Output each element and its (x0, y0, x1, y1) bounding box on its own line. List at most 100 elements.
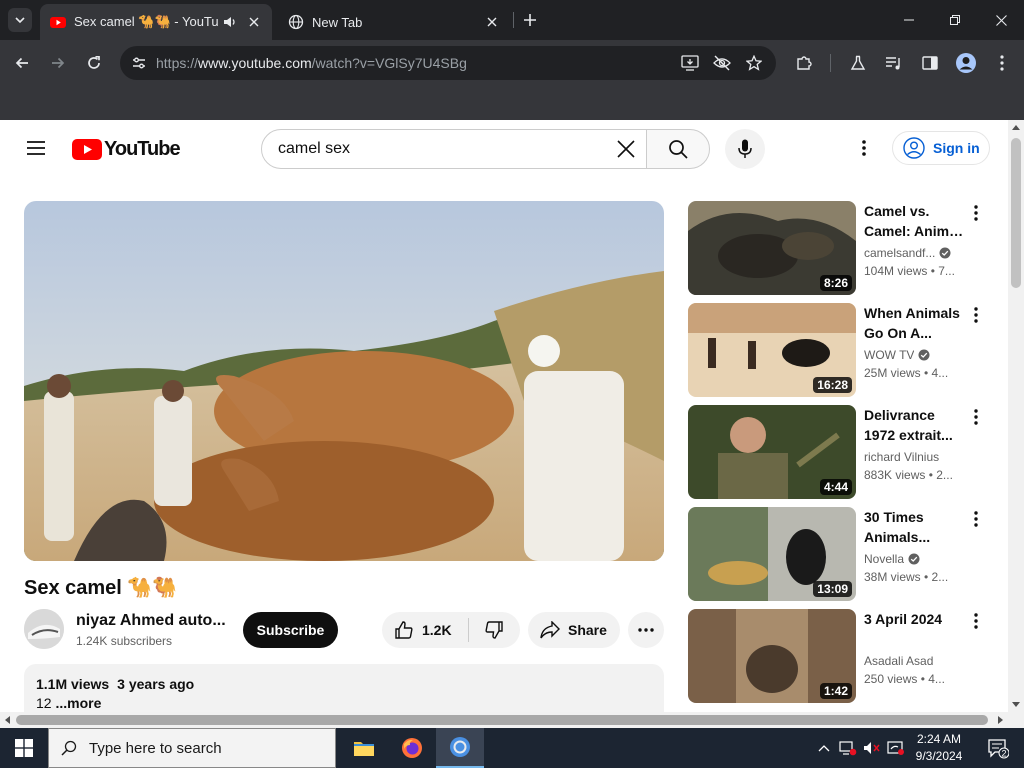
like-count: 1.2K (422, 622, 452, 638)
tracking-protection-button[interactable] (712, 53, 732, 73)
search-query: camel sex (278, 140, 351, 157)
recommendation-item[interactable]: 4:44 Delivrance 1972 extrait... richard V… (688, 405, 998, 499)
guide-menu-button[interactable] (20, 132, 52, 164)
side-panel-button[interactable] (916, 49, 944, 77)
channel-avatar[interactable] (24, 609, 64, 649)
description-snippet: 12 (36, 695, 52, 711)
microphone-icon (738, 139, 752, 158)
recommendation-item[interactable]: 8:26 Camel vs. Camel: Anima... camelsandf… (688, 201, 998, 295)
video-thumbnail[interactable]: 4:44 (688, 405, 856, 499)
back-button[interactable] (8, 49, 36, 77)
restore-button[interactable] (932, 0, 978, 40)
bookmark-star-button[interactable] (744, 53, 764, 73)
extensions-button[interactable] (790, 49, 818, 77)
video-player[interactable] (24, 201, 664, 561)
system-clock[interactable]: 2:24 AM 9/3/2024 (908, 731, 970, 765)
recommendation-channel[interactable]: WOW TV (864, 348, 976, 362)
recommendation-channel[interactable]: Asadali Asad (864, 654, 976, 668)
youtube-logo[interactable]: YouTube (72, 138, 181, 160)
recommendation-channel[interactable]: camelsandf... (864, 246, 976, 260)
recommendation-title[interactable]: 3 April 2024 (864, 609, 968, 629)
recommendation-menu-button[interactable] (964, 201, 988, 225)
channel-name[interactable]: niyaz Ahmed auto... (76, 612, 226, 630)
profile-button[interactable] (952, 49, 980, 77)
close-icon (617, 140, 635, 158)
more-vert-icon (974, 205, 978, 221)
video-thumbnail[interactable]: 1:42 (688, 609, 856, 703)
recommendation-title[interactable]: Camel vs. Camel: Anima... (864, 201, 968, 241)
start-button[interactable] (0, 728, 48, 768)
sign-in-button[interactable]: Sign in (892, 131, 990, 165)
address-bar[interactable]: https://www.youtube.com/watch?v=VGlSy7U4… (120, 46, 776, 80)
horizontal-scroll-thumb[interactable] (16, 715, 988, 725)
share-button[interactable]: Share (528, 612, 620, 648)
verified-badge-icon (908, 553, 920, 565)
recommendation-title[interactable]: When Animals Go On A... (864, 303, 968, 343)
recommendation-item[interactable]: 16:28 When Animals Go On A... WOW TV 25M … (688, 303, 998, 397)
minimize-button[interactable] (886, 0, 932, 40)
video-duration: 4:44 (819, 479, 852, 495)
more-vert-icon (1000, 55, 1004, 71)
settings-menu-button[interactable] (848, 132, 880, 164)
new-tab-button[interactable] (520, 10, 540, 30)
recommendation-stats: 883K views • 2... (864, 468, 953, 482)
taskbar-firefox[interactable] (388, 728, 436, 768)
reload-button[interactable] (80, 49, 108, 77)
recommendation-channel[interactable]: richard Vilnius (864, 450, 976, 464)
tab-close-button[interactable] (484, 14, 500, 30)
taskbar-search-box[interactable]: Type here to search (48, 728, 336, 768)
search-input[interactable]: camel sex (261, 129, 647, 169)
voice-search-button[interactable] (725, 129, 765, 169)
recommendation-item[interactable]: 13:09 30 Times Animals... Novella 38M vie… (688, 507, 998, 601)
touch-keyboard-icon (887, 741, 904, 755)
dislike-button[interactable] (469, 612, 519, 648)
recommendation-menu-button[interactable] (964, 507, 988, 531)
vertical-scroll-thumb[interactable] (1011, 138, 1021, 288)
show-hidden-icons-button[interactable] (814, 738, 834, 758)
video-thumbnail[interactable]: 16:28 (688, 303, 856, 397)
windows-taskbar: Type here to search 2:24 AM 9/3/2024 2 (0, 728, 1024, 768)
media-controls-button[interactable] (880, 49, 908, 77)
recommendation-title[interactable]: Delivrance 1972 extrait... (864, 405, 968, 445)
recommendation-item[interactable]: 1:42 3 April 2024 Asadali Asad 250 views… (688, 609, 998, 703)
subscribe-button[interactable]: Subscribe (243, 612, 338, 648)
browser-menu-button[interactable] (988, 49, 1016, 77)
like-button[interactable]: 1.2K (382, 612, 468, 648)
taskbar-chrome[interactable] (436, 728, 484, 768)
video-thumbnail[interactable]: 8:26 (688, 201, 856, 295)
input-indicator-button[interactable] (886, 738, 906, 758)
video-thumbnail[interactable]: 13:09 (688, 507, 856, 601)
install-app-button[interactable] (680, 53, 700, 73)
close-icon (249, 17, 259, 27)
recommendation-menu-button[interactable] (964, 405, 988, 429)
tab-youtube[interactable]: Sex camel 🐪🐫 - YouTube (40, 4, 272, 40)
vertical-scrollbar[interactable] (1008, 120, 1024, 712)
tab-new-tab[interactable]: New Tab (278, 4, 510, 40)
volume-tray-button[interactable] (862, 738, 882, 758)
taskbar-file-explorer[interactable] (340, 728, 388, 768)
labs-button[interactable] (844, 49, 872, 77)
show-more-link[interactable]: ...more (55, 695, 101, 711)
close-window-button[interactable] (978, 0, 1024, 40)
action-center-button[interactable]: 2 (978, 728, 1018, 768)
tab-close-button[interactable] (246, 14, 262, 30)
recommendation-title[interactable]: 30 Times Animals... (864, 507, 968, 547)
tab-strip: Sex camel 🐪🐫 - YouTube New Tab (0, 0, 1024, 40)
network-tray-button[interactable] (838, 738, 858, 758)
more-vert-icon (974, 307, 978, 323)
avatar-image (24, 609, 64, 649)
tab-search-button[interactable] (8, 8, 32, 32)
recommendation-menu-button[interactable] (964, 303, 988, 327)
clear-search-button[interactable] (606, 130, 646, 168)
more-actions-button[interactable] (628, 612, 664, 648)
forward-button[interactable] (44, 49, 72, 77)
horizontal-scrollbar[interactable] (0, 712, 1008, 728)
search-button[interactable] (646, 129, 710, 169)
site-info-button[interactable] (122, 55, 156, 71)
youtube-page: YouTube camel sex Sign in Sex camel 🐪🐫 n… (0, 120, 1008, 712)
speaker-icon[interactable] (222, 14, 238, 30)
recommendation-menu-button[interactable] (964, 609, 988, 633)
recommendation-channel[interactable]: Novella (864, 552, 976, 566)
chevron-up-icon (818, 745, 830, 752)
video-description[interactable]: 1.1M views 3 years ago 12 ...more (24, 664, 664, 712)
